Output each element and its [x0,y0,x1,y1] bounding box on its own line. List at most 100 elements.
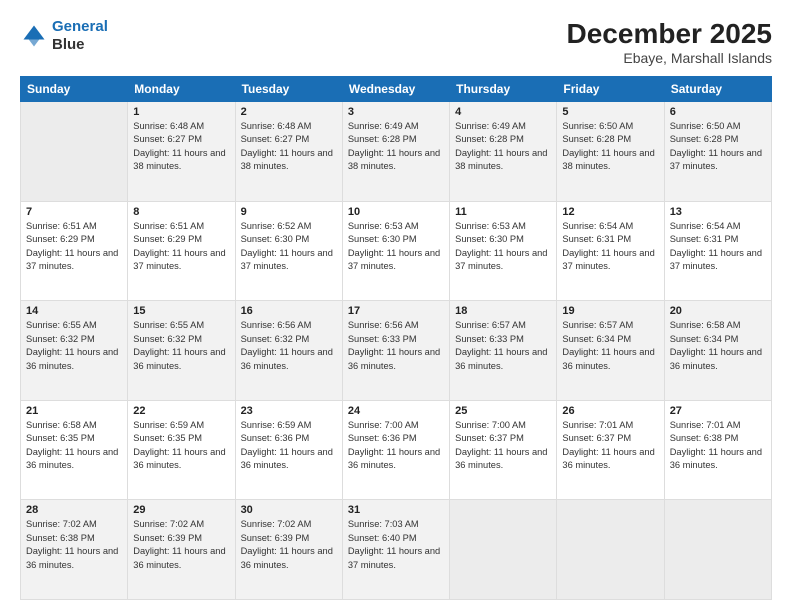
day-number: 3 [348,106,444,118]
logo-line2: Blue [52,36,108,54]
day-number: 16 [241,305,337,317]
calendar-cell [664,500,771,600]
calendar-cell: 31Sunrise: 7:03 AMSunset: 6:40 PMDayligh… [342,500,449,600]
calendar-cell: 22 Sunrise: 6:59 AMSunset: 6:35 PMDayligh… [128,400,235,500]
day-number: 6 [670,106,766,118]
day-info: Sunrise: 6:48 AMSunset: 6:27 PMDaylight:… [133,120,229,174]
calendar-cell: 1 Sunrise: 6:48 AMSunset: 6:27 PMDaylight… [128,102,235,202]
day-info: Sunrise: 7:02 AMSunset: 6:39 PMDaylight:… [133,518,229,572]
calendar-cell: 18 Sunrise: 6:57 AMSunset: 6:33 PMDayligh… [450,301,557,401]
weekday-header: Friday [557,77,664,102]
calendar-cell: 26Sunrise: 7:01 AMSunset: 6:37 PMDayligh… [557,400,664,500]
calendar-cell: 4 Sunrise: 6:49 AMSunset: 6:28 PMDaylight… [450,102,557,202]
day-number: 5 [562,106,658,118]
calendar-cell: 9 Sunrise: 6:52 AMSunset: 6:30 PMDaylight… [235,201,342,301]
day-number: 28 [26,504,122,516]
calendar-cell: 25 Sunrise: 7:00 AMSunset: 6:37 PMDayligh… [450,400,557,500]
calendar-header-row: SundayMondayTuesdayWednesdayThursdayFrid… [21,77,772,102]
logo-icon [20,22,48,50]
day-number: 2 [241,106,337,118]
day-number: 1 [133,106,229,118]
calendar-cell: 17Sunrise: 6:56 AMSunset: 6:33 PMDayligh… [342,301,449,401]
day-info: Sunrise: 6:59 AMSunset: 6:36 PMDaylight:… [241,419,337,473]
logo-line1: General [52,18,108,35]
day-info: Sunrise: 6:57 AMSunset: 6:34 PMDaylight:… [562,319,658,373]
day-number: 15 [133,305,229,317]
calendar-cell: 5 Sunrise: 6:50 AMSunset: 6:28 PMDaylight… [557,102,664,202]
day-info: Sunrise: 7:02 AMSunset: 6:38 PMDaylight:… [26,518,122,572]
day-info: Sunrise: 6:51 AMSunset: 6:29 PMDaylight:… [26,220,122,274]
calendar-cell: 7Sunrise: 6:51 AMSunset: 6:29 PMDaylight… [21,201,128,301]
calendar-cell: 12 Sunrise: 6:54 AMSunset: 6:31 PMDayligh… [557,201,664,301]
day-number: 10 [348,206,444,218]
calendar-week-row: 1 Sunrise: 6:48 AMSunset: 6:27 PMDaylight… [21,102,772,202]
calendar-table: SundayMondayTuesdayWednesdayThursdayFrid… [20,76,772,600]
calendar-cell: 28 Sunrise: 7:02 AMSunset: 6:38 PMDayligh… [21,500,128,600]
day-info: Sunrise: 7:02 AMSunset: 6:39 PMDaylight:… [241,518,337,572]
header: General Blue December 2025 Ebaye, Marsha… [20,18,772,66]
day-number: 9 [241,206,337,218]
calendar-cell: 23Sunrise: 6:59 AMSunset: 6:36 PMDayligh… [235,400,342,500]
calendar-cell [450,500,557,600]
calendar-cell: 6Sunrise: 6:50 AMSunset: 6:28 PMDaylight… [664,102,771,202]
day-number: 11 [455,206,551,218]
day-info: Sunrise: 6:54 AMSunset: 6:31 PMDaylight:… [562,220,658,274]
calendar-cell: 15 Sunrise: 6:55 AMSunset: 6:32 PMDayligh… [128,301,235,401]
calendar-week-row: 14Sunrise: 6:55 AMSunset: 6:32 PMDayligh… [21,301,772,401]
day-number: 12 [562,206,658,218]
page: General Blue December 2025 Ebaye, Marsha… [0,0,792,612]
calendar-cell: 30 Sunrise: 7:02 AMSunset: 6:39 PMDayligh… [235,500,342,600]
day-info: Sunrise: 6:53 AMSunset: 6:30 PMDaylight:… [455,220,551,274]
day-info: Sunrise: 6:52 AMSunset: 6:30 PMDaylight:… [241,220,337,274]
day-info: Sunrise: 6:56 AMSunset: 6:33 PMDaylight:… [348,319,444,373]
calendar-cell: 16 Sunrise: 6:56 AMSunset: 6:32 PMDayligh… [235,301,342,401]
calendar-cell: 19 Sunrise: 6:57 AMSunset: 6:34 PMDayligh… [557,301,664,401]
day-number: 4 [455,106,551,118]
day-info: Sunrise: 7:01 AMSunset: 6:38 PMDaylight:… [670,419,766,473]
weekday-header: Monday [128,77,235,102]
day-number: 31 [348,504,444,516]
calendar-cell: 11 Sunrise: 6:53 AMSunset: 6:30 PMDayligh… [450,201,557,301]
day-number: 25 [455,405,551,417]
month-title: December 2025 [567,18,772,50]
calendar-week-row: 21Sunrise: 6:58 AMSunset: 6:35 PMDayligh… [21,400,772,500]
day-number: 24 [348,405,444,417]
day-number: 20 [670,305,766,317]
calendar-week-row: 28 Sunrise: 7:02 AMSunset: 6:38 PMDayligh… [21,500,772,600]
calendar-cell: 21Sunrise: 6:58 AMSunset: 6:35 PMDayligh… [21,400,128,500]
day-number: 22 [133,405,229,417]
day-info: Sunrise: 6:48 AMSunset: 6:27 PMDaylight:… [241,120,337,174]
calendar-cell: 3 Sunrise: 6:49 AMSunset: 6:28 PMDaylight… [342,102,449,202]
title-block: December 2025 Ebaye, Marshall Islands [567,18,772,66]
day-info: Sunrise: 6:49 AMSunset: 6:28 PMDaylight:… [455,120,551,174]
location: Ebaye, Marshall Islands [567,50,772,66]
day-info: Sunrise: 6:55 AMSunset: 6:32 PMDaylight:… [133,319,229,373]
day-info: Sunrise: 6:49 AMSunset: 6:28 PMDaylight:… [348,120,444,174]
day-info: Sunrise: 7:00 AMSunset: 6:36 PMDaylight:… [348,419,444,473]
calendar-cell: 10Sunrise: 6:53 AMSunset: 6:30 PMDayligh… [342,201,449,301]
weekday-header: Sunday [21,77,128,102]
day-info: Sunrise: 6:56 AMSunset: 6:32 PMDaylight:… [241,319,337,373]
calendar-cell: 13Sunrise: 6:54 AMSunset: 6:31 PMDayligh… [664,201,771,301]
logo-text: General Blue [52,18,108,54]
weekday-header: Saturday [664,77,771,102]
day-info: Sunrise: 6:57 AMSunset: 6:33 PMDaylight:… [455,319,551,373]
day-info: Sunrise: 6:50 AMSunset: 6:28 PMDaylight:… [562,120,658,174]
day-info: Sunrise: 6:54 AMSunset: 6:31 PMDaylight:… [670,220,766,274]
calendar-cell: 2 Sunrise: 6:48 AMSunset: 6:27 PMDaylight… [235,102,342,202]
day-info: Sunrise: 7:00 AMSunset: 6:37 PMDaylight:… [455,419,551,473]
calendar-cell: 27Sunrise: 7:01 AMSunset: 6:38 PMDayligh… [664,400,771,500]
calendar-cell [557,500,664,600]
weekday-header: Thursday [450,77,557,102]
weekday-header: Wednesday [342,77,449,102]
day-info: Sunrise: 7:01 AMSunset: 6:37 PMDaylight:… [562,419,658,473]
day-number: 19 [562,305,658,317]
day-info: Sunrise: 6:55 AMSunset: 6:32 PMDaylight:… [26,319,122,373]
day-info: Sunrise: 6:58 AMSunset: 6:34 PMDaylight:… [670,319,766,373]
day-number: 29 [133,504,229,516]
day-number: 18 [455,305,551,317]
day-info: Sunrise: 6:58 AMSunset: 6:35 PMDaylight:… [26,419,122,473]
calendar-cell: 8Sunrise: 6:51 AMSunset: 6:29 PMDaylight… [128,201,235,301]
day-number: 30 [241,504,337,516]
day-info: Sunrise: 6:59 AMSunset: 6:35 PMDaylight:… [133,419,229,473]
